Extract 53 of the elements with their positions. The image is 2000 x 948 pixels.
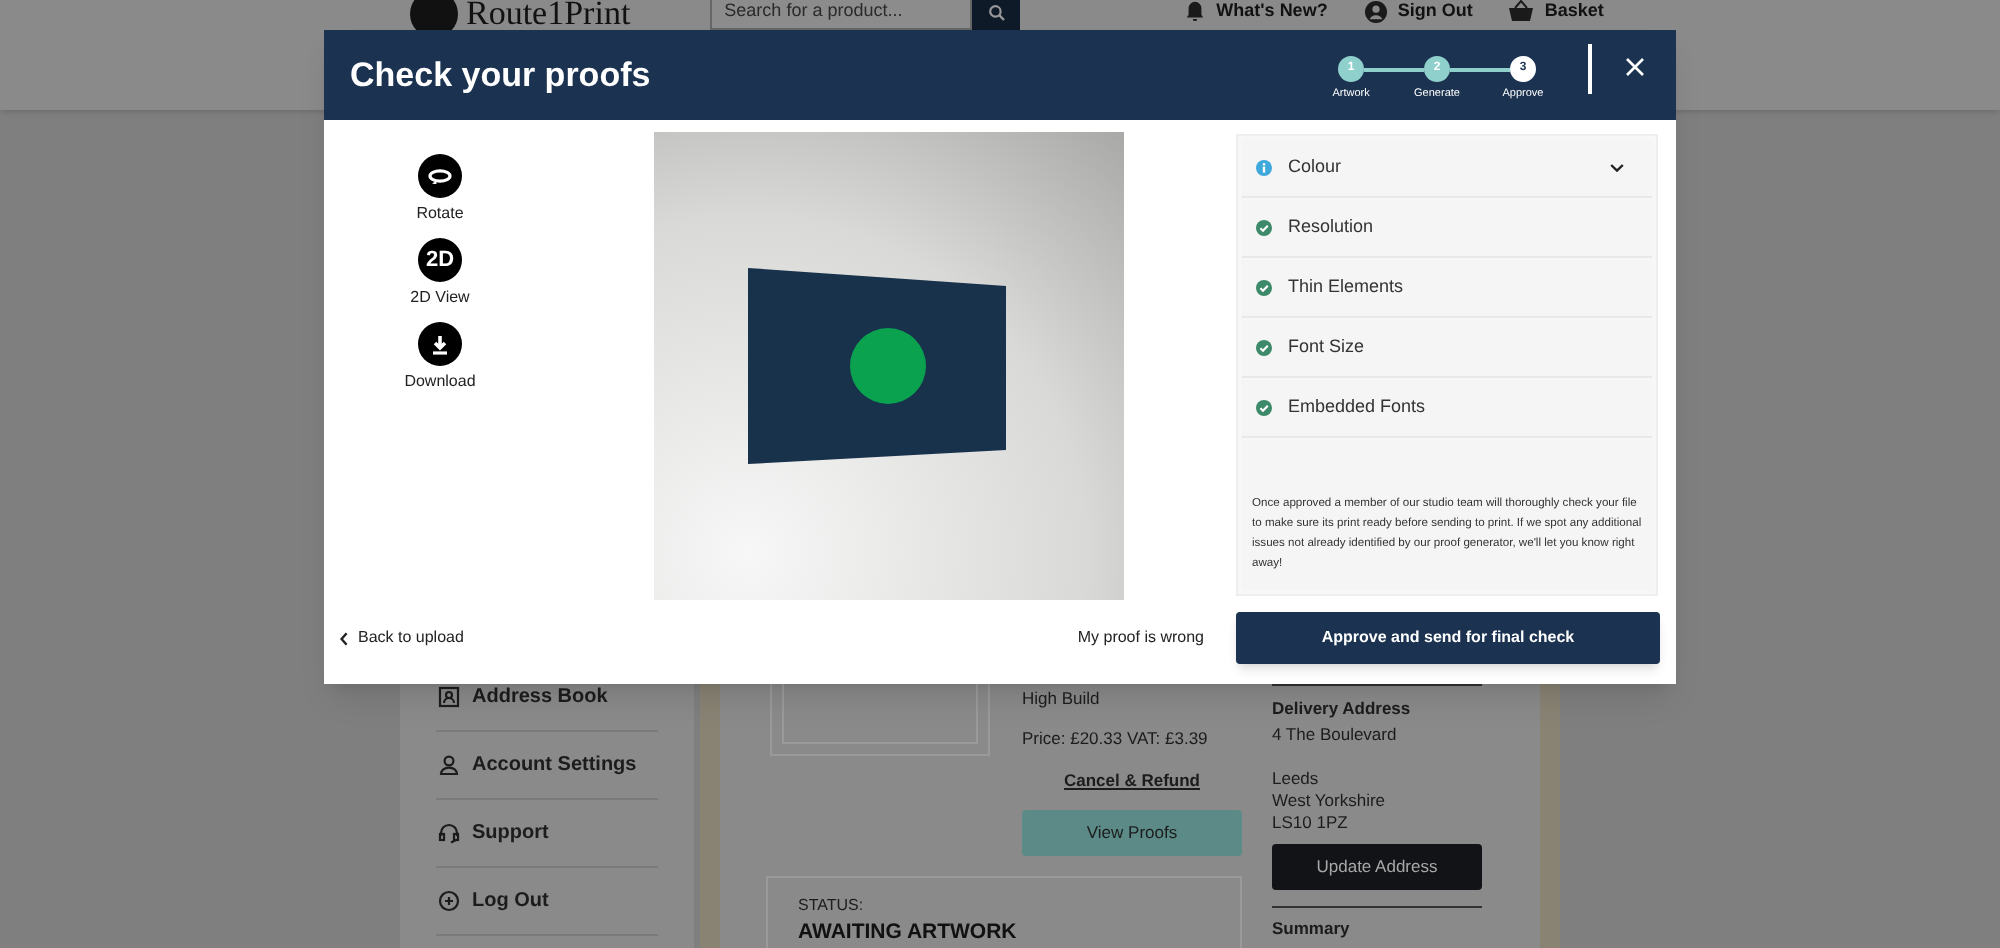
check-label: Thin Elements <box>1288 274 1404 301</box>
search-icon <box>987 3 1006 21</box>
tool-button[interactable]: Rotate <box>416 154 464 226</box>
user-icon <box>438 754 460 776</box>
check-icon <box>1256 220 1272 236</box>
approve-button[interactable]: Approve and send for final check <box>1236 612 1660 664</box>
back-link[interactable]: Back to upload <box>340 626 654 650</box>
address-line: 4 The Boulevard <box>1272 724 1399 746</box>
check-icon <box>1256 340 1272 356</box>
check-label: Embedded Fonts <box>1288 394 1426 421</box>
step-connector <box>1450 68 1510 72</box>
plus-circle-icon <box>438 890 460 912</box>
tool-button[interactable]: 2D 2D View <box>410 238 470 310</box>
check-label: Font Size <box>1288 334 1365 361</box>
sidebar-item[interactable]: Log Out <box>436 868 658 936</box>
download-icon <box>417 322 462 366</box>
close-icon[interactable] <box>1626 58 1644 76</box>
sidebar-item[interactable]: Account Settings <box>436 732 658 800</box>
check-icon <box>1256 280 1272 296</box>
check-label: Colour <box>1288 154 1342 181</box>
check-icon <box>1256 400 1272 416</box>
basket-icon <box>1508 0 1535 23</box>
tool-button[interactable]: Download <box>404 322 476 394</box>
status-label: STATUS: <box>798 893 866 918</box>
search-button[interactable] <box>972 0 1021 30</box>
chevron-left-icon <box>340 631 348 645</box>
proof-wrong-link[interactable]: My proof is wrong <box>1077 626 1204 650</box>
two-d-icon: 2D <box>418 238 462 282</box>
product-line: High Build <box>1022 686 1102 712</box>
bell-icon <box>1184 0 1207 23</box>
delivery-heading: Delivery Address <box>1272 698 1413 720</box>
dialog-title: Check your proofs <box>350 53 651 98</box>
rotate-icon <box>417 154 462 198</box>
header-link[interactable]: What's New? <box>1184 0 1328 25</box>
status-value: AWAITING ARTWORK <box>798 917 1019 948</box>
cancel-link[interactable]: Cancel & Refund <box>1063 768 1200 794</box>
logo: Route1Print <box>466 0 631 34</box>
view-proofs-button[interactable]: View Proofs <box>1022 809 1242 856</box>
step-connector <box>1364 68 1424 72</box>
address-line: LS10 1PZ <box>1272 812 1350 834</box>
address-book-icon <box>438 686 460 708</box>
check-label: Resolution <box>1288 214 1374 241</box>
address-line: West Yorkshire <box>1272 790 1388 812</box>
info-icon <box>1256 160 1272 176</box>
header-link[interactable]: Basket <box>1508 0 1604 25</box>
header-link[interactable]: Sign Out <box>1363 0 1473 25</box>
search-field[interactable]: Search for a product... <box>710 0 973 30</box>
sidebar-item[interactable]: Support <box>436 800 658 868</box>
update-address-button[interactable]: Update Address <box>1272 844 1482 890</box>
address-line: Leeds <box>1272 768 1321 790</box>
headset-icon <box>438 822 460 844</box>
summary-heading: Summary <box>1272 918 1350 938</box>
price-text: Price: £20.33 VAT: £3.39 <box>1022 726 1210 752</box>
